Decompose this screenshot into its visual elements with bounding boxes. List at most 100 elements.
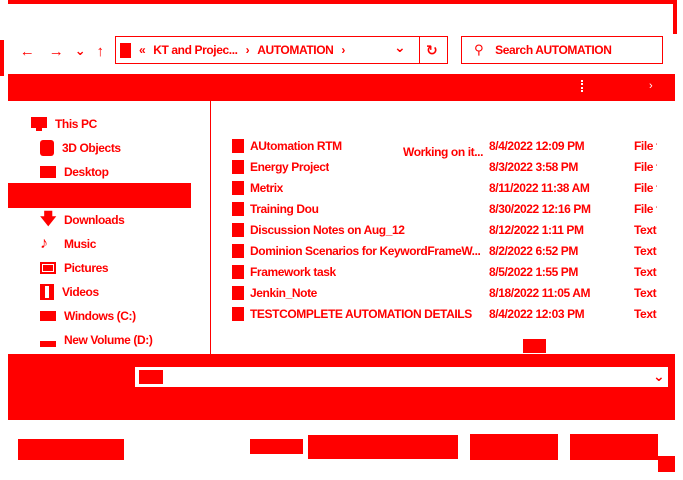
forward-button[interactable]: → — [46, 40, 66, 62]
address-dropdown-button[interactable]: ⌄ — [394, 39, 406, 56]
cube-icon — [40, 140, 54, 156]
sidebar-item-downloads[interactable]: 🡇 Downloads — [40, 210, 125, 230]
encoding-select[interactable] — [308, 435, 458, 459]
download-icon: 🡇 — [40, 211, 57, 228]
text-file-icon — [232, 307, 244, 321]
breadcrumb-separator[interactable]: › — [246, 43, 250, 57]
sidebar-item-label: Windows (C:) — [64, 309, 136, 323]
title-bar-edge-right — [673, 0, 677, 34]
file-type: Text — [634, 307, 657, 321]
arrow-up-icon: ↑ — [96, 42, 104, 60]
breadcrumb-kt-projects[interactable]: KT and Projec... — [153, 43, 238, 57]
sidebar-item-new-volume-d[interactable]: New Volume (D:) — [40, 330, 153, 350]
sidebar-item-label: Downloads — [64, 213, 125, 227]
file-date: 8/3/2022 3:58 PM — [489, 160, 578, 174]
title-bar-edge-left — [0, 40, 4, 76]
encoding-label — [250, 439, 303, 454]
music-icon: ♪ — [40, 235, 48, 252]
folder-icon — [232, 160, 244, 174]
file-type: File f — [634, 202, 657, 216]
file-row[interactable]: Training Dou 8/30/2022 12:16 PM File f — [232, 199, 683, 219]
filename-input[interactable]: ⌄ — [134, 366, 669, 388]
file-row[interactable]: Jenkin_Note 8/18/2022 11:05 AM Text — [232, 283, 683, 303]
file-type: Text — [634, 244, 657, 258]
text-file-icon — [232, 244, 244, 258]
file-date: 8/12/2022 1:11 PM — [489, 223, 584, 237]
header-ellipsis-icon[interactable] — [581, 80, 587, 92]
file-type: File f — [634, 160, 657, 174]
sidebar-item-label: New Volume (D:) — [64, 333, 153, 347]
sidebar-item-videos[interactable]: Videos — [40, 282, 99, 302]
resize-grip[interactable] — [658, 456, 675, 472]
sidebar-item-documents[interactable] — [8, 183, 191, 208]
recent-locations-button[interactable]: ⌄ — [70, 40, 90, 62]
scroll-indicator[interactable] — [523, 339, 546, 353]
arrow-left-icon: ← — [19, 42, 35, 60]
file-row[interactable]: Dominion Scenarios for KeywordFrameW... … — [232, 241, 683, 261]
file-date: 8/5/2022 1:55 PM — [489, 265, 578, 279]
file-row[interactable]: Energy Project 8/3/2022 3:58 PM File f — [232, 157, 683, 177]
breadcrumb-separator[interactable]: › — [341, 43, 345, 57]
file-row[interactable]: Metrix 8/11/2022 11:38 AM File f — [232, 178, 683, 198]
sidebar-item-label: Pictures — [64, 261, 109, 275]
file-type: Text — [634, 223, 657, 237]
folder-icon — [232, 202, 244, 216]
chevron-down-icon: ⌄ — [74, 43, 86, 58]
sidebar-item-label: This PC — [55, 117, 97, 131]
search-box[interactable]: ⚲ Search AUTOMATION — [461, 36, 663, 64]
sidebar-item-music[interactable]: ♪ Music — [40, 234, 96, 254]
file-name: Jenkin_Note — [250, 286, 317, 300]
sidebar-item-windows-c[interactable]: Windows (C:) — [40, 306, 136, 326]
filename-input-value — [139, 370, 163, 384]
file-row[interactable]: Discussion Notes on Aug_12 8/12/2022 1:1… — [232, 220, 683, 240]
up-button[interactable]: ↑ — [90, 40, 110, 62]
file-type: File f — [634, 181, 657, 195]
address-bar[interactable]: « KT and Projec... › AUTOMATION › ⌄ ↻ — [115, 36, 448, 64]
file-type: Text — [634, 286, 657, 300]
file-date: 8/2/2022 6:52 PM — [489, 244, 578, 258]
address-divider — [419, 37, 420, 63]
file-name: Energy Project — [250, 160, 330, 174]
file-name: Framework task — [250, 265, 336, 279]
videos-icon — [40, 284, 54, 300]
folder-icon — [232, 181, 244, 195]
folder-icon — [232, 139, 244, 153]
file-type: Text — [634, 265, 657, 279]
sidebar-item-label: Videos — [62, 285, 99, 299]
text-file-icon — [232, 223, 244, 237]
file-name: Dominion Scenarios for KeywordFrameW... — [250, 244, 480, 258]
search-placeholder: Search AUTOMATION — [495, 43, 612, 57]
header-chevron-icon[interactable]: › — [649, 80, 653, 92]
file-type: File f — [634, 139, 657, 153]
file-row[interactable]: Framework task 8/5/2022 1:55 PM Text — [232, 262, 683, 282]
sidebar-item-desktop[interactable]: Desktop — [40, 162, 109, 182]
refresh-button[interactable]: ↻ — [426, 42, 438, 59]
arrow-right-icon: → — [48, 42, 64, 60]
file-date: 8/30/2022 12:16 PM — [489, 202, 591, 216]
back-button[interactable]: ← — [17, 40, 37, 62]
sidebar-collapse-marker[interactable] — [8, 193, 11, 207]
text-file-icon — [232, 286, 244, 300]
file-date: 8/4/2022 12:03 PM — [489, 307, 585, 321]
file-date: 8/18/2022 11:05 AM — [489, 286, 591, 300]
file-date: 8/4/2022 12:09 PM — [489, 139, 585, 153]
file-row[interactable]: TESTCOMPLETE AUTOMATION DETAILS 8/4/2022… — [232, 304, 683, 324]
save-button[interactable] — [470, 434, 558, 460]
hide-folders-button[interactable] — [18, 439, 124, 460]
sidebar-item-3d-objects[interactable]: 3D Objects — [40, 138, 121, 158]
pictures-icon — [40, 262, 56, 274]
sidebar-item-pictures[interactable]: Pictures — [40, 258, 109, 278]
text-file-icon — [232, 265, 244, 279]
file-name: TESTCOMPLETE AUTOMATION DETAILS — [250, 307, 472, 321]
chevron-down-icon[interactable]: ⌄ — [653, 368, 665, 385]
pane-divider — [210, 101, 211, 354]
desktop-icon — [40, 166, 56, 178]
breadcrumb-overflow[interactable]: « — [139, 43, 146, 57]
sidebar-item-label: Music — [64, 237, 97, 251]
column-header-bar — [8, 74, 675, 101]
file-row[interactable]: AUtomation RTM 8/4/2022 12:09 PM File f — [232, 136, 683, 156]
sidebar-item-this-pc[interactable]: This PC — [31, 114, 97, 134]
cancel-button[interactable] — [570, 434, 658, 460]
file-name: AUtomation RTM — [250, 139, 342, 153]
breadcrumb-automation[interactable]: AUTOMATION — [257, 43, 334, 57]
